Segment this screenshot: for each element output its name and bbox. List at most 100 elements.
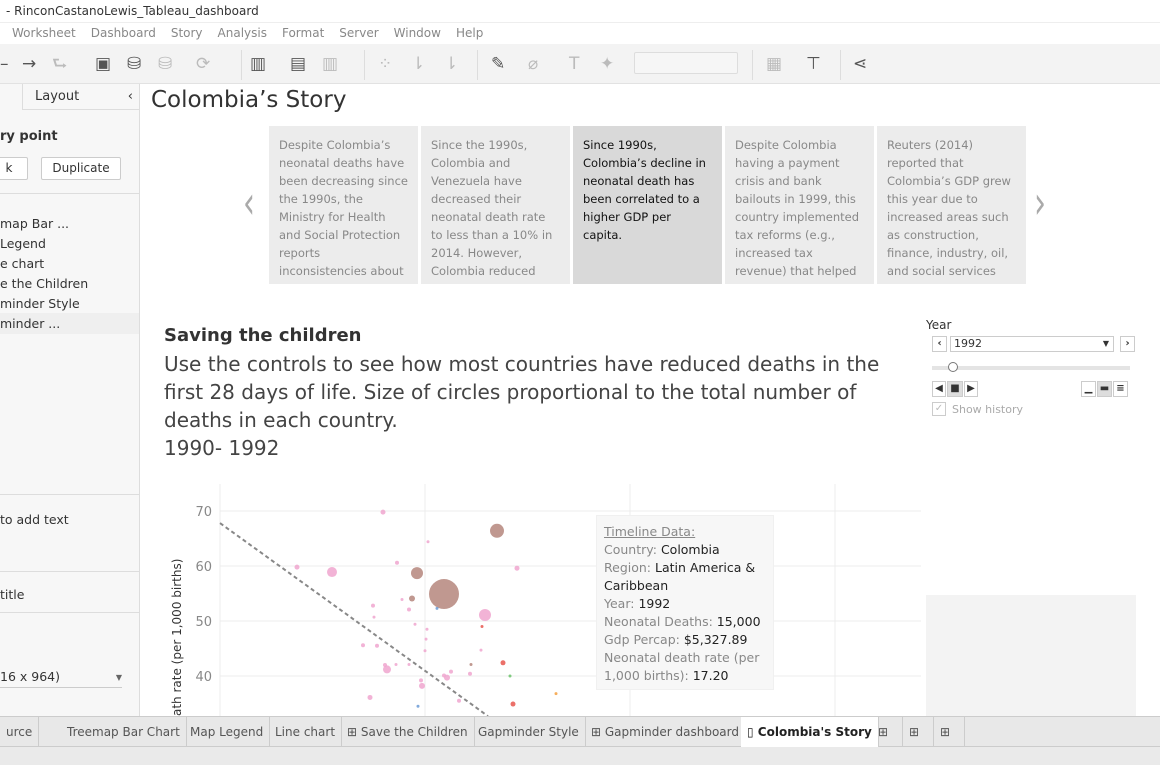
redo-arrow-icon[interactable]: → [22, 54, 36, 74]
text-icon[interactable]: T [569, 54, 579, 74]
story-item[interactable]: map Bar ... [0, 216, 69, 231]
sheet-tab[interactable]: Treemap Bar Chart [61, 717, 187, 747]
story-point[interactable]: Despite Colombia’s neonatal deaths have … [269, 126, 418, 284]
highlight-icon[interactable]: ✎ [491, 54, 505, 74]
year-slider-track[interactable] [932, 366, 1130, 370]
story-point-active[interactable]: Since 1990s, Colombia’s decline in neona… [573, 126, 722, 284]
year-value: 1992 [954, 337, 982, 350]
size-select[interactable]: 16 x 964) ▼ [0, 669, 122, 688]
data-point [425, 627, 429, 631]
speed-slow-button[interactable]: ▁ [1081, 381, 1096, 397]
layout-tab[interactable]: Layout ‹ [22, 84, 139, 110]
data-point [426, 540, 430, 544]
window-title: - RinconCastanoLewis_Tableau_dashboard [0, 0, 1160, 23]
sheet-tab[interactable]: ▯ Colombia's Story [741, 717, 879, 747]
story-point[interactable]: Reuters (2014) reported that Colombia’s … [877, 126, 1026, 284]
clear-sheet-icon[interactable]: ▥ [322, 54, 338, 74]
refresh-icon[interactable]: ⟳ [196, 54, 210, 74]
data-point [444, 674, 450, 681]
story-item-selected[interactable]: minder ... [0, 313, 139, 334]
data-point [407, 607, 411, 612]
data-point [383, 665, 391, 674]
tooltip-heading: Timeline Data: [604, 524, 696, 539]
next-point-icon[interactable]: › [1034, 177, 1046, 230]
duplicate-button[interactable]: Duplicate [41, 157, 121, 180]
speed-medium-button[interactable]: ▬ [1097, 381, 1112, 397]
blank-button[interactable]: k [0, 157, 28, 180]
sheet-tab[interactable]: ⊞ Save the Children [341, 717, 475, 747]
sort-ascending-icon[interactable]: ⇂ [411, 54, 425, 74]
stop-button[interactable]: ■ [947, 381, 963, 397]
left-panel: Layout ‹ ry point k Duplicate map Bar ...… [0, 84, 140, 716]
previous-year-button[interactable]: ‹ [932, 336, 947, 352]
speed-fast-button[interactable]: ≡ [1113, 381, 1128, 397]
show-history-checkbox[interactable]: ✓ [932, 402, 946, 416]
duplicate-sheet-icon[interactable]: ▤ [290, 54, 306, 74]
data-point [423, 649, 427, 653]
show-me-icon[interactable]: ▦ [766, 54, 782, 74]
story-item[interactable]: minder Style [0, 296, 80, 311]
new-dashboard-tab-icon[interactable]: ⊞ [903, 717, 934, 747]
play-backward-button[interactable]: ◀ [932, 381, 946, 397]
sheet-tab-label: Treemap Bar Chart [67, 725, 180, 739]
back-icon[interactable]: – [0, 54, 9, 74]
play-forward-button[interactable]: ▶ [964, 381, 978, 397]
story-item[interactable]: e the Children [0, 276, 88, 291]
year-slider-handle[interactable] [948, 362, 958, 372]
menu-story[interactable]: Story [171, 23, 203, 44]
scatter-chart[interactable]: 70 60 50 40 ath rate (per 1,000 births) [171, 484, 931, 716]
menu-help[interactable]: Help [456, 23, 483, 44]
save-icon[interactable]: ▣ [95, 54, 111, 74]
data-point [327, 567, 337, 578]
dashboard-title: Saving the children [164, 325, 362, 346]
year-select[interactable]: 1992 ▼ [950, 336, 1114, 352]
menu-server[interactable]: Server [339, 23, 378, 44]
sort-descending-icon[interactable]: ⇂ [444, 54, 458, 74]
new-datasource-icon[interactable]: ⛁ [127, 54, 141, 74]
story-item[interactable]: Legend [0, 236, 46, 251]
menu-analysis[interactable]: Analysis [218, 23, 267, 44]
data-point [468, 671, 472, 676]
replay-icon[interactable]: ⮑ [52, 54, 67, 74]
sheet-tab[interactable]: Gapminder Style [472, 717, 586, 747]
data-point [449, 669, 453, 674]
data-point [510, 701, 516, 707]
menu-worksheet[interactable]: Worksheet [12, 23, 76, 44]
fit-dropdown[interactable] [634, 52, 738, 74]
pause-datasource-icon[interactable]: ⛁ [158, 54, 172, 74]
tooltip-label: Gdp Percap: [604, 632, 684, 647]
sheet-tab[interactable]: Line chart [269, 717, 343, 747]
data-point [479, 648, 483, 652]
story-point[interactable]: Since the 1990s, Colombia and Venezuela … [421, 126, 570, 284]
attach-icon[interactable]: ⌀ [528, 54, 538, 74]
y-tick-label: 40 [195, 670, 212, 685]
data-point [500, 660, 506, 666]
data-point [457, 698, 461, 703]
new-worksheet-icon[interactable]: ▥ [250, 54, 266, 74]
story-point[interactable]: Despite Colombia having a payment crisis… [725, 126, 874, 284]
swap-icon[interactable]: ⁘ [378, 54, 392, 74]
menu-format[interactable]: Format [282, 23, 324, 44]
tooltip-gdp: $5,327.89 [683, 632, 748, 647]
next-year-button[interactable]: › [1120, 336, 1135, 352]
previous-point-icon[interactable]: ‹ [243, 177, 255, 230]
collapse-icon[interactable]: ‹ [128, 84, 133, 110]
story-item[interactable]: e chart [0, 256, 44, 271]
show-title-option[interactable]: title [0, 587, 24, 602]
add-text-option[interactable]: to add text [0, 512, 69, 527]
sheet-tab[interactable]: ⊞ Gapminder dashboard [585, 717, 747, 747]
sheet-tab[interactable]: Map Legend [184, 717, 271, 747]
menu-dashboard[interactable]: Dashboard [91, 23, 156, 44]
story-title: Colombia’s Story [151, 87, 347, 113]
data-point [424, 637, 428, 641]
pin-icon[interactable]: ✦ [600, 54, 614, 74]
new-worksheet-tab-icon[interactable]: ⊞ [872, 717, 903, 747]
new-story-tab-icon[interactable]: ⊞ [934, 717, 965, 747]
menu-window[interactable]: Window [394, 23, 441, 44]
presentation-icon[interactable]: ⊤ [806, 54, 821, 74]
sheet-tab[interactable]: urce [0, 717, 40, 747]
data-point [372, 615, 376, 619]
size-select-value: 16 x 964) [0, 669, 60, 684]
map-view[interactable] [926, 595, 1136, 716]
share-icon[interactable]: ⋖ [853, 54, 867, 74]
